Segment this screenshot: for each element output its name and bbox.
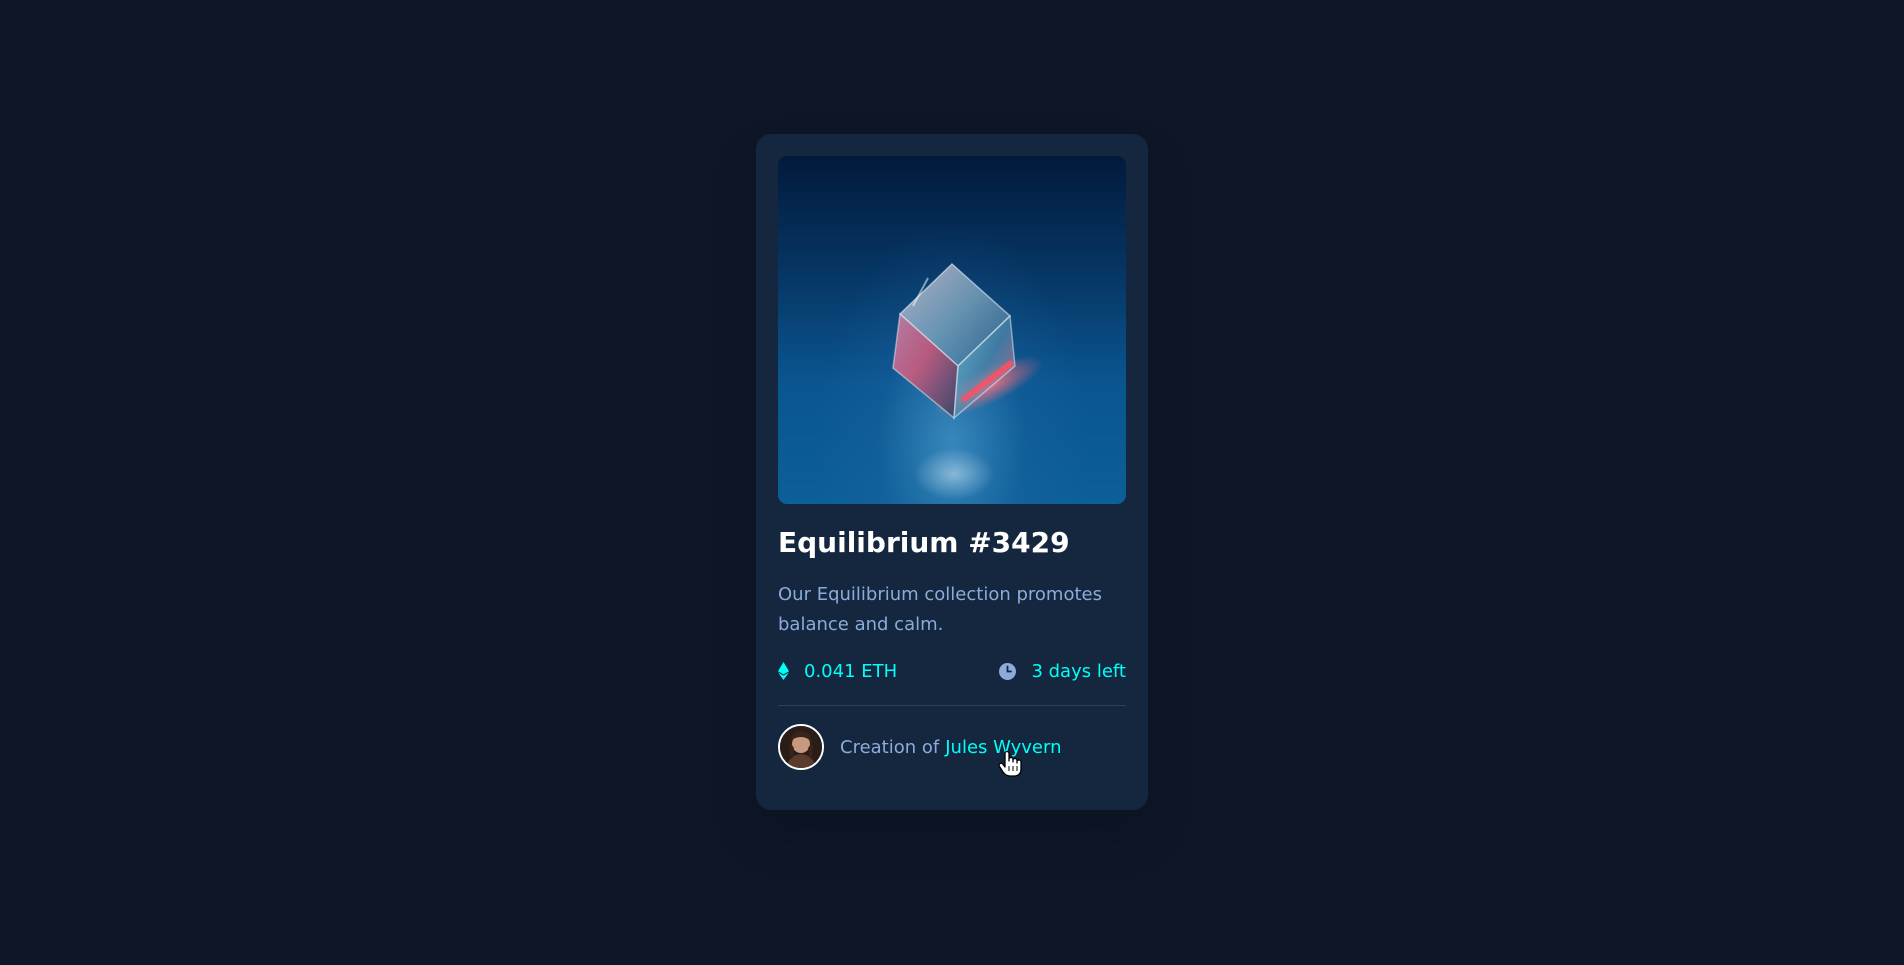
hand-pointer-icon [998,750,1022,782]
creator-row: Creation of Jules Wyvern [778,724,1126,770]
time-left: 3 days left [999,661,1126,682]
time-left-value: 3 days left [1031,660,1126,682]
divider [778,705,1126,706]
avatar [778,724,824,770]
creator-prefix: Creation of [840,736,940,758]
price-value: 0.041 ETH [804,660,898,682]
clock-icon [999,662,1017,680]
card-title[interactable]: Equilibrium #3429 [778,526,1126,560]
nft-card: Equilibrium #3429 Our Equilibrium collec… [756,134,1148,810]
card-meta: 0.041 ETH 3 days left [778,659,1126,683]
card-description: Our Equilibrium collection promotes bala… [778,584,1102,635]
price: 0.041 ETH [778,661,897,682]
nft-image[interactable] [778,156,1126,504]
crystal-cube-image [892,262,1043,500]
ethereum-icon [778,662,789,680]
